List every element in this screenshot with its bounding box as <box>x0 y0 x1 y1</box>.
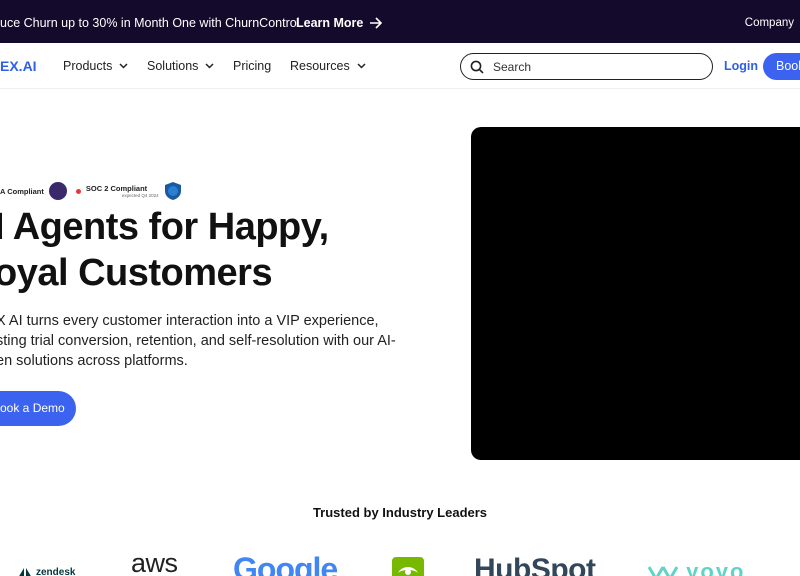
nvidia-eye-icon <box>398 567 418 575</box>
nvidia-icon <box>392 557 424 576</box>
zendesk-icon <box>18 567 32 576</box>
hubspot-logo: HubSpot <box>474 553 596 576</box>
book-demo-button[interactable]: ook a Demo <box>0 391 76 426</box>
soc2-sub-label: expected Q4 2024 <box>121 193 159 198</box>
shield-icon <box>164 182 181 200</box>
hero-description: X AI turns every customer interaction in… <box>0 311 396 371</box>
hero-description-line: X AI turns every customer interaction in… <box>0 313 379 329</box>
nav-item-solutions[interactable]: Solutions <box>147 59 214 73</box>
nav-item-label: Products <box>63 59 113 73</box>
chevron-down-icon <box>205 63 214 69</box>
hero-headline: I Agents for Happy, oyal Customers <box>0 204 329 296</box>
nav-item-label: Resources <box>290 59 350 73</box>
yoyo-icon <box>647 566 679 576</box>
dot-icon <box>75 188 81 194</box>
arrow-right-icon <box>370 17 383 29</box>
compliance-badges: A Compliant SOC 2 Compliant expected Q4 … <box>0 181 182 201</box>
learn-more-label: Learn More <box>296 16 364 30</box>
chevron-down-icon <box>357 63 366 69</box>
nav-item-label: Pricing <box>233 59 272 73</box>
google-wordmark: Google <box>233 551 338 576</box>
hero-headline-line: oyal Customers <box>0 252 273 294</box>
trusted-title: Trusted by Industry Leaders <box>312 505 488 520</box>
hero-description-line: sting trial conversion, retention, and s… <box>0 333 396 349</box>
learn-more-link[interactable]: Learn More <box>296 16 383 30</box>
book-demo-nav-button[interactable]: Book <box>763 53 800 80</box>
soc2-label: SOC 2 Compliant <box>85 184 148 193</box>
yoyo-logo: yoyo <box>647 559 745 576</box>
nav-item-label: Solutions <box>147 59 199 73</box>
google-logo: Google <box>233 551 338 576</box>
login-link[interactable]: Login <box>724 59 758 73</box>
nav-item-pricing[interactable]: Pricing <box>233 59 271 73</box>
search-icon <box>470 60 484 74</box>
partner-logos: zendesk aws Google HubSpot yoyo <box>0 545 800 576</box>
promo-banner-text: uce Churn up to 30% in Month One with Ch… <box>0 16 300 30</box>
company-link[interactable]: Company <box>745 17 794 29</box>
soc2-badge: SOC 2 Compliant expected Q4 2024 <box>86 184 159 198</box>
site-logo[interactable]: EX.AI <box>0 58 37 74</box>
zendesk-logo: zendesk <box>18 567 75 576</box>
compliance-label: A Compliant <box>0 186 44 196</box>
hero-headline-line: I Agents for Happy, <box>0 206 329 248</box>
main-nav: EX.AI Products Solutions Pricing Resourc… <box>0 43 800 89</box>
hero-description-line: en solutions across platforms. <box>0 353 188 369</box>
compliance-seal-icon <box>48 182 67 200</box>
aws-logo: aws <box>131 548 178 576</box>
hero-video[interactable] <box>471 127 800 460</box>
search-input[interactable] <box>493 59 683 74</box>
chevron-down-icon <box>119 63 128 69</box>
promo-banner: uce Churn up to 30% in Month One with Ch… <box>0 0 800 43</box>
nav-item-resources[interactable]: Resources <box>290 59 366 73</box>
search-box[interactable] <box>460 53 713 80</box>
nav-item-products[interactable]: Products <box>63 59 128 73</box>
